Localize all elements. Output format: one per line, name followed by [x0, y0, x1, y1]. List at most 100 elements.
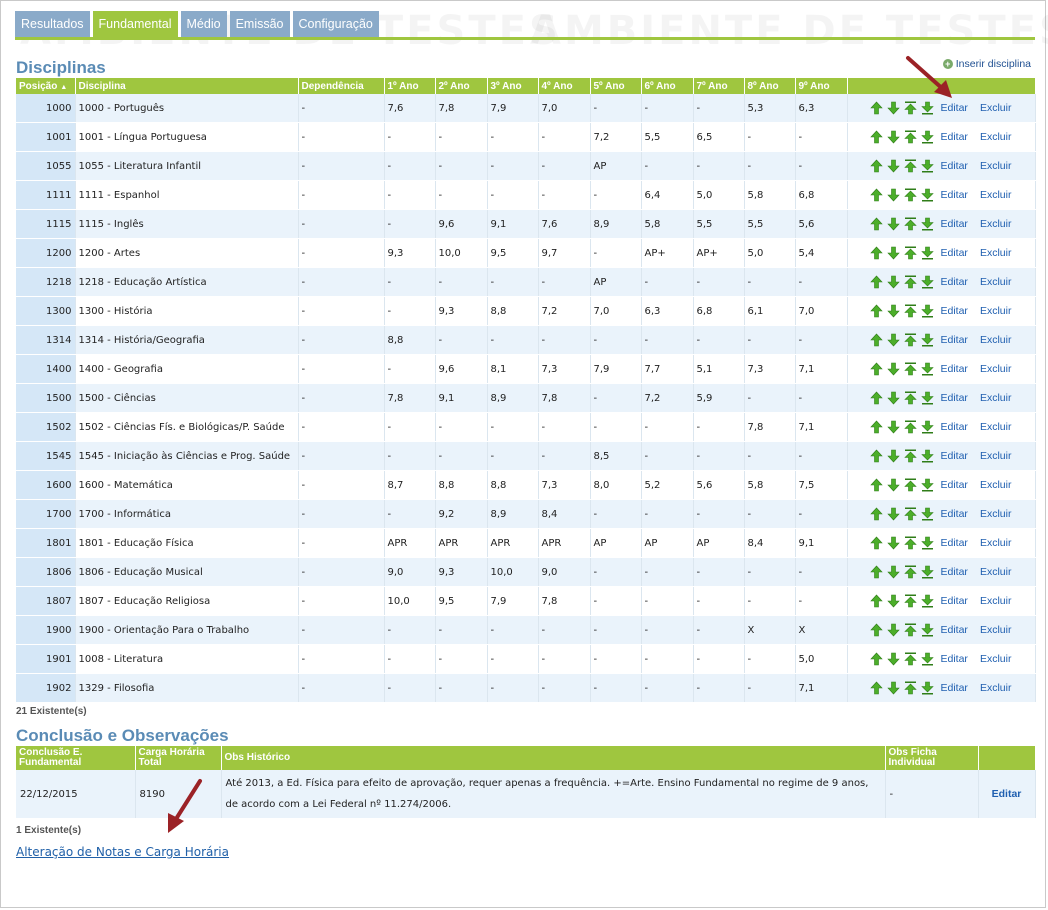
move-up-icon[interactable] [869, 159, 883, 173]
move-up-icon[interactable] [869, 449, 883, 463]
tab-emissao[interactable]: Emissão [229, 11, 290, 37]
tab-fundamental[interactable]: Fundamental [92, 11, 178, 37]
edit-button[interactable]: Editar [941, 247, 968, 259]
move-up-icon[interactable] [869, 565, 883, 579]
delete-button[interactable]: Excluir [980, 479, 1012, 491]
move-down-icon[interactable] [886, 420, 900, 434]
edit-button[interactable]: Editar [941, 131, 968, 143]
move-bottom-icon[interactable] [920, 304, 934, 318]
edit-button[interactable]: Editar [941, 624, 968, 636]
delete-button[interactable]: Excluir [980, 218, 1012, 230]
move-down-icon[interactable] [886, 246, 900, 260]
move-top-icon[interactable] [903, 159, 917, 173]
delete-button[interactable]: Excluir [980, 450, 1012, 462]
conclusao-edit-link[interactable]: Editar [992, 788, 1022, 800]
move-bottom-icon[interactable] [920, 333, 934, 347]
move-bottom-icon[interactable] [920, 391, 934, 405]
move-top-icon[interactable] [903, 333, 917, 347]
tab-medio[interactable]: Médio [180, 11, 227, 37]
move-bottom-icon[interactable] [920, 420, 934, 434]
delete-button[interactable]: Excluir [980, 247, 1012, 259]
insert-disciplina-link[interactable]: + Inserir disciplina [942, 58, 1031, 70]
move-bottom-icon[interactable] [920, 246, 934, 260]
move-top-icon[interactable] [903, 623, 917, 637]
move-bottom-icon[interactable] [920, 217, 934, 231]
move-top-icon[interactable] [903, 565, 917, 579]
move-down-icon[interactable] [886, 536, 900, 550]
move-up-icon[interactable] [869, 130, 883, 144]
delete-button[interactable]: Excluir [980, 276, 1012, 288]
move-down-icon[interactable] [886, 333, 900, 347]
move-bottom-icon[interactable] [920, 159, 934, 173]
move-top-icon[interactable] [903, 420, 917, 434]
move-bottom-icon[interactable] [920, 681, 934, 695]
move-up-icon[interactable] [869, 333, 883, 347]
move-bottom-icon[interactable] [920, 188, 934, 202]
move-top-icon[interactable] [903, 130, 917, 144]
delete-button[interactable]: Excluir [980, 624, 1012, 636]
edit-button[interactable]: Editar [941, 421, 968, 433]
edit-button[interactable]: Editar [941, 450, 968, 462]
move-down-icon[interactable] [886, 652, 900, 666]
tab-resultados[interactable]: Resultados [15, 11, 90, 37]
delete-button[interactable]: Excluir [980, 421, 1012, 433]
move-down-icon[interactable] [886, 623, 900, 637]
move-up-icon[interactable] [869, 188, 883, 202]
move-up-icon[interactable] [869, 623, 883, 637]
move-bottom-icon[interactable] [920, 623, 934, 637]
move-top-icon[interactable] [903, 536, 917, 550]
move-down-icon[interactable] [886, 159, 900, 173]
move-up-icon[interactable] [869, 246, 883, 260]
move-top-icon[interactable] [903, 594, 917, 608]
move-top-icon[interactable] [903, 449, 917, 463]
move-bottom-icon[interactable] [920, 507, 934, 521]
move-top-icon[interactable] [903, 217, 917, 231]
move-up-icon[interactable] [869, 652, 883, 666]
move-down-icon[interactable] [886, 594, 900, 608]
move-down-icon[interactable] [886, 507, 900, 521]
delete-button[interactable]: Excluir [980, 392, 1012, 404]
move-top-icon[interactable] [903, 101, 917, 115]
delete-button[interactable]: Excluir [980, 566, 1012, 578]
move-top-icon[interactable] [903, 304, 917, 318]
move-bottom-icon[interactable] [920, 536, 934, 550]
alteracao-notas-link[interactable]: Alteração de Notas e Carga Horária [16, 845, 229, 859]
move-down-icon[interactable] [886, 391, 900, 405]
edit-button[interactable]: Editar [941, 363, 968, 375]
delete-button[interactable]: Excluir [980, 189, 1012, 201]
col-header[interactable]: Posição ▲ [16, 78, 76, 94]
move-up-icon[interactable] [869, 681, 883, 695]
move-up-icon[interactable] [869, 275, 883, 289]
move-top-icon[interactable] [903, 246, 917, 260]
move-up-icon[interactable] [869, 507, 883, 521]
move-up-icon[interactable] [869, 594, 883, 608]
move-down-icon[interactable] [886, 478, 900, 492]
move-top-icon[interactable] [903, 188, 917, 202]
move-up-icon[interactable] [869, 101, 883, 115]
edit-button[interactable]: Editar [941, 653, 968, 665]
move-down-icon[interactable] [886, 362, 900, 376]
move-bottom-icon[interactable] [920, 478, 934, 492]
move-top-icon[interactable] [903, 362, 917, 376]
edit-button[interactable]: Editar [941, 305, 968, 317]
move-top-icon[interactable] [903, 391, 917, 405]
edit-button[interactable]: Editar [941, 160, 968, 172]
delete-button[interactable]: Excluir [980, 305, 1012, 317]
edit-button[interactable]: Editar [941, 218, 968, 230]
edit-button[interactable]: Editar [941, 479, 968, 491]
move-bottom-icon[interactable] [920, 362, 934, 376]
edit-button[interactable]: Editar [941, 508, 968, 520]
edit-button[interactable]: Editar [941, 595, 968, 607]
move-down-icon[interactable] [886, 681, 900, 695]
delete-button[interactable]: Excluir [980, 334, 1012, 346]
move-top-icon[interactable] [903, 507, 917, 521]
delete-button[interactable]: Excluir [980, 537, 1012, 549]
delete-button[interactable]: Excluir [980, 595, 1012, 607]
move-down-icon[interactable] [886, 304, 900, 318]
move-down-icon[interactable] [886, 188, 900, 202]
move-up-icon[interactable] [869, 420, 883, 434]
move-down-icon[interactable] [886, 449, 900, 463]
delete-button[interactable]: Excluir [980, 131, 1012, 143]
delete-button[interactable]: Excluir [980, 160, 1012, 172]
move-bottom-icon[interactable] [920, 652, 934, 666]
